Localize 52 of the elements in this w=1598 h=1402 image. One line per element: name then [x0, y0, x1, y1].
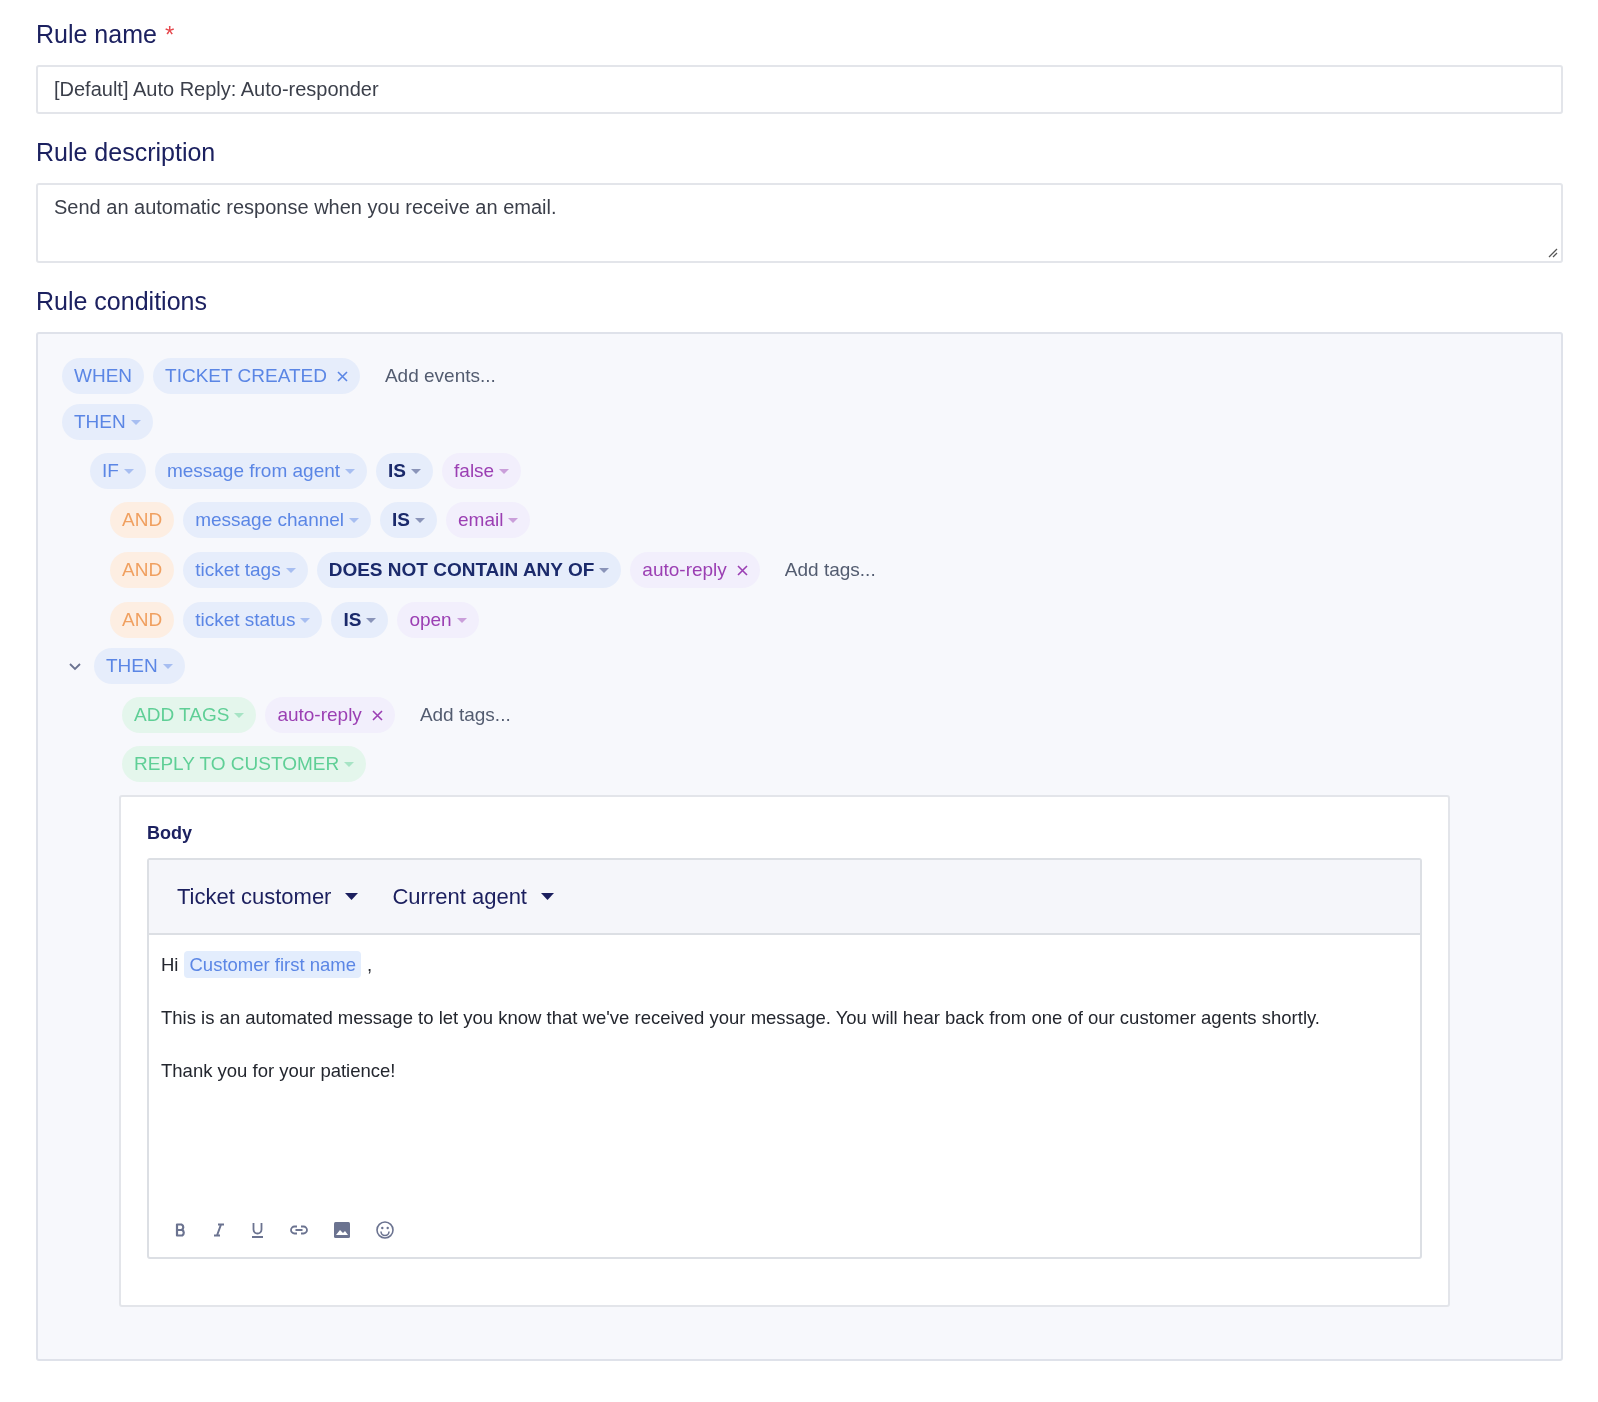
field-label: Rule name: [36, 20, 157, 49]
required-mark: *: [164, 21, 175, 49]
tag-chip[interactable]: auto-reply: [265, 697, 395, 733]
value-dropdown[interactable]: open: [397, 602, 479, 638]
variable-dropdown[interactable]: Current agent: [392, 883, 554, 910]
chevron-icon[interactable]: [68, 662, 82, 671]
keyword-label: WHEN: [62, 358, 145, 394]
keyword-dropdown[interactable]: THEN: [62, 404, 153, 440]
message-text: This is an automated message to let you know that we've received your message. You will hear back from one of our customer agents shortly.: [161, 1006, 1320, 1030]
message-text: ,: [367, 953, 373, 977]
resize-handle-icon[interactable]: [1546, 246, 1558, 258]
rule-name-input[interactable]: [Default] Auto Reply: Auto-responder: [36, 65, 1563, 114]
underline-icon[interactable]: [251, 1222, 264, 1238]
link-icon[interactable]: [290, 1225, 308, 1235]
close-icon[interactable]: [336, 370, 348, 382]
keyword-dropdown[interactable]: IF: [90, 453, 146, 489]
italic-icon[interactable]: [213, 1223, 225, 1237]
close-icon[interactable]: [736, 564, 748, 576]
keyword-dropdown[interactable]: THEN: [94, 648, 185, 684]
variable-chip[interactable]: Customer first name: [184, 951, 362, 978]
operator-dropdown[interactable]: IS: [380, 502, 437, 538]
operator-dropdown[interactable]: IS: [376, 453, 434, 489]
field-dropdown[interactable]: message from agent: [154, 453, 368, 489]
caret-icon: [541, 893, 554, 900]
body-label: Body: [147, 823, 193, 844]
rule-description-textarea[interactable]: Send an automatic response when you receive an email.: [36, 183, 1563, 263]
tag-chip[interactable]: auto-reply: [630, 552, 760, 588]
emoji-icon[interactable]: [376, 1221, 394, 1239]
field-dropdown[interactable]: ticket status: [183, 602, 323, 638]
operator-dropdown[interactable]: DOES NOT CONTAIN ANY OF: [316, 552, 622, 588]
message-text: Hi: [161, 953, 179, 977]
add-input[interactable]: Add tags...: [403, 704, 576, 726]
value-dropdown[interactable]: email: [446, 502, 531, 538]
field-label: Rule conditions: [36, 287, 207, 316]
and-label: AND: [110, 502, 175, 538]
and-label: AND: [110, 602, 175, 638]
bold-icon[interactable]: [175, 1223, 187, 1237]
value-dropdown[interactable]: false: [442, 453, 522, 489]
event-chip[interactable]: TICKET CREATED: [153, 358, 360, 394]
and-label: AND: [110, 552, 175, 588]
field-label: Rule description: [36, 138, 216, 167]
caret-icon: [345, 893, 359, 900]
variable-dropdown[interactable]: Ticket customer: [177, 883, 359, 910]
field-dropdown[interactable]: ticket tags: [183, 552, 308, 588]
field-dropdown[interactable]: message channel: [183, 502, 372, 538]
add-input[interactable]: Add tags...: [768, 559, 941, 581]
close-icon[interactable]: [371, 709, 383, 721]
message-text: Thank you for your patience!: [161, 1059, 396, 1083]
description-text: Send an automatic response when you receive an email.: [54, 196, 557, 218]
image-icon[interactable]: [334, 1222, 350, 1238]
operator-dropdown[interactable]: IS: [331, 602, 389, 638]
add-input[interactable]: Add events...: [368, 365, 541, 387]
